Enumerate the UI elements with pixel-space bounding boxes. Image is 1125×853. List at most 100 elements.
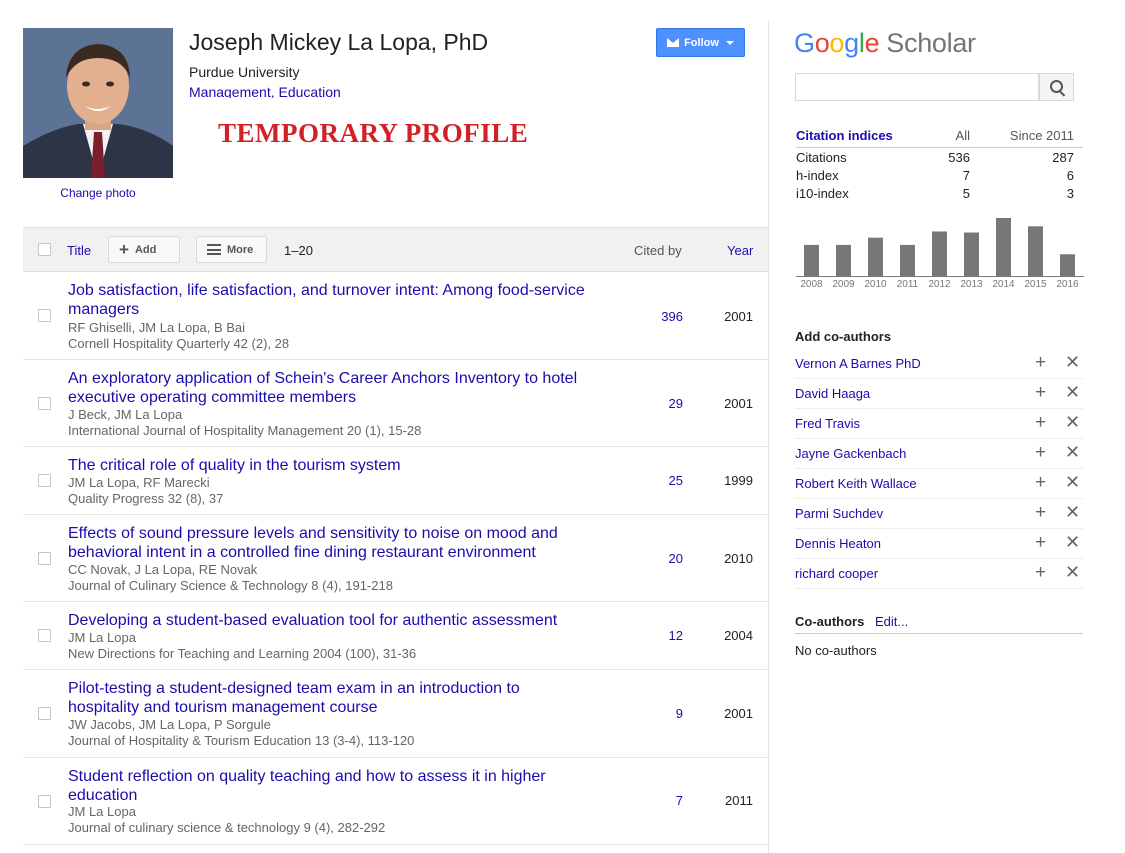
- google-scholar-logo[interactable]: Google Scholar: [794, 28, 976, 59]
- coauthor-name[interactable]: richard cooper: [795, 566, 878, 581]
- cited-by-count[interactable]: 9: [676, 706, 683, 721]
- add-coauthor-icon[interactable]: +: [1035, 382, 1046, 404]
- coauthor-suggestion: Dennis Heaton + ✕: [795, 529, 1083, 559]
- logo-letter: o: [829, 28, 845, 58]
- add-coauthor-icon[interactable]: +: [1035, 412, 1046, 434]
- add-coauthor-icon[interactable]: +: [1035, 442, 1046, 464]
- logo-letter: G: [794, 28, 815, 58]
- dismiss-coauthor-icon[interactable]: ✕: [1065, 472, 1080, 493]
- add-coauthor-icon[interactable]: +: [1035, 532, 1046, 554]
- change-photo-link[interactable]: Change photo: [23, 186, 173, 200]
- citations-per-year-chart: 2008 2009 2010 2011 2012 2013 2014 2015 2016: [796, 218, 1084, 290]
- more-button[interactable]: More: [196, 236, 267, 263]
- sort-by-title[interactable]: Title: [67, 243, 91, 258]
- chart-bar[interactable]: [932, 231, 947, 276]
- article-venue: International Journal of Hospitality Man…: [68, 423, 422, 438]
- article-title[interactable]: Pilot-testing a student-designed team ex…: [68, 679, 593, 717]
- interest-link[interactable]: Education: [279, 84, 341, 98]
- follow-button[interactable]: Follow: [656, 28, 745, 57]
- chart-bar[interactable]: [996, 218, 1011, 276]
- dismiss-coauthor-icon[interactable]: ✕: [1065, 532, 1080, 553]
- logo-letter: e: [864, 28, 880, 58]
- coauthor-suggestion: Robert Keith Wallace + ✕: [795, 469, 1083, 499]
- dismiss-coauthor-icon[interactable]: ✕: [1065, 412, 1080, 433]
- interest-separator: ,: [270, 84, 279, 98]
- plus-icon: +: [119, 240, 129, 259]
- article-title[interactable]: An exploratory application of Schein's C…: [68, 369, 593, 407]
- dismiss-coauthor-icon[interactable]: ✕: [1065, 442, 1080, 463]
- sort-by-year[interactable]: Year: [727, 243, 753, 258]
- chart-bar[interactable]: [868, 237, 883, 276]
- menu-icon: [207, 244, 221, 255]
- cited-by-count[interactable]: 25: [669, 473, 683, 488]
- article-title[interactable]: Effects of sound pressure levels and sen…: [68, 524, 593, 562]
- metric-since: 287: [1052, 150, 1074, 165]
- search-input[interactable]: [795, 73, 1039, 101]
- row-checkbox[interactable]: [38, 397, 51, 410]
- add-coauthor-icon[interactable]: +: [1035, 562, 1046, 584]
- row-checkbox[interactable]: [38, 474, 51, 487]
- article-title[interactable]: Developing a student-based evaluation to…: [68, 611, 593, 630]
- coauthor-suggestion: Jayne Gackenbach + ✕: [795, 439, 1083, 469]
- search-button[interactable]: [1039, 73, 1074, 101]
- add-coauthor-icon[interactable]: +: [1035, 502, 1046, 524]
- row-checkbox[interactable]: [38, 309, 51, 322]
- metric-since: 3: [1066, 186, 1074, 201]
- citation-row: i10-index 5 3: [796, 184, 1083, 202]
- coauthor-name[interactable]: Vernon A Barnes PhD: [795, 356, 921, 371]
- metric-label: Citations: [796, 150, 847, 165]
- coauthor-suggestion: David Haaga + ✕: [795, 379, 1083, 409]
- metric-all: 536: [948, 150, 970, 165]
- article-venue: Cornell Hospitality Quarterly 42 (2), 28: [68, 336, 290, 351]
- cited-by-count[interactable]: 396: [661, 309, 683, 324]
- chart-year-label: 2010: [864, 279, 887, 290]
- cited-by-count[interactable]: 20: [669, 551, 683, 566]
- chart-bar[interactable]: [1028, 226, 1043, 276]
- chart-bar[interactable]: [964, 232, 979, 277]
- dismiss-coauthor-icon[interactable]: ✕: [1065, 382, 1080, 403]
- select-all-checkbox[interactable]: [38, 243, 51, 256]
- row-checkbox[interactable]: [38, 795, 51, 808]
- coauthor-name[interactable]: Dennis Heaton: [795, 536, 881, 551]
- row-checkbox[interactable]: [38, 629, 51, 642]
- article-title[interactable]: The critical role of quality in the tour…: [68, 456, 593, 475]
- article-authors: JW Jacobs, JM La Lopa, P Sorgule: [68, 717, 271, 732]
- article-title[interactable]: Student reflection on quality teaching a…: [68, 767, 593, 805]
- row-checkbox[interactable]: [38, 707, 51, 720]
- chart-bar[interactable]: [836, 244, 851, 276]
- cited-by-count[interactable]: 7: [676, 793, 683, 808]
- logo-letter: o: [814, 28, 830, 58]
- coauthor-name[interactable]: Parmi Suchdev: [795, 506, 883, 521]
- dismiss-coauthor-icon[interactable]: ✕: [1065, 352, 1080, 373]
- chart-bar[interactable]: [804, 244, 819, 276]
- coauthor-name[interactable]: Jayne Gackenbach: [795, 446, 906, 461]
- coauthor-name[interactable]: Robert Keith Wallace: [795, 476, 917, 491]
- add-coauthor-icon[interactable]: +: [1035, 472, 1046, 494]
- dismiss-coauthor-icon[interactable]: ✕: [1065, 562, 1080, 583]
- coauthor-name[interactable]: David Haaga: [795, 386, 870, 401]
- citation-indices-title[interactable]: Citation indices: [796, 128, 893, 143]
- cited-by-count[interactable]: 29: [669, 396, 683, 411]
- coauthor-name[interactable]: Fred Travis: [795, 416, 860, 431]
- chart-bar[interactable]: [900, 244, 915, 276]
- dismiss-coauthor-icon[interactable]: ✕: [1065, 502, 1080, 523]
- cited-by-header: Cited by: [634, 243, 682, 258]
- search-icon: [1050, 80, 1063, 93]
- article-authors: RF Ghiselli, JM La Lopa, B Bai: [68, 320, 246, 335]
- interest-link[interactable]: Management: [189, 84, 271, 98]
- profile-photo: [23, 28, 173, 178]
- add-button[interactable]: + Add: [108, 236, 180, 263]
- article-row: Student reflection on quality teaching a…: [23, 758, 768, 845]
- article-authors: CC Novak, J La Lopa, RE Novak: [68, 562, 258, 577]
- row-checkbox[interactable]: [38, 552, 51, 565]
- add-coauthor-icon[interactable]: +: [1035, 352, 1046, 374]
- no-coauthors-text: No co-authors: [795, 643, 877, 658]
- article-title[interactable]: Job satisfaction, life satisfaction, and…: [68, 281, 593, 319]
- article-row: Pilot-testing a student-designed team ex…: [23, 670, 768, 758]
- chart-bar[interactable]: [1060, 254, 1075, 276]
- edit-coauthors-link[interactable]: Edit...: [875, 614, 908, 629]
- article-year: 2010: [724, 551, 753, 566]
- article-authors: JM La Lopa: [68, 630, 136, 645]
- cited-by-count[interactable]: 12: [669, 628, 683, 643]
- metric-all: 7: [962, 168, 970, 183]
